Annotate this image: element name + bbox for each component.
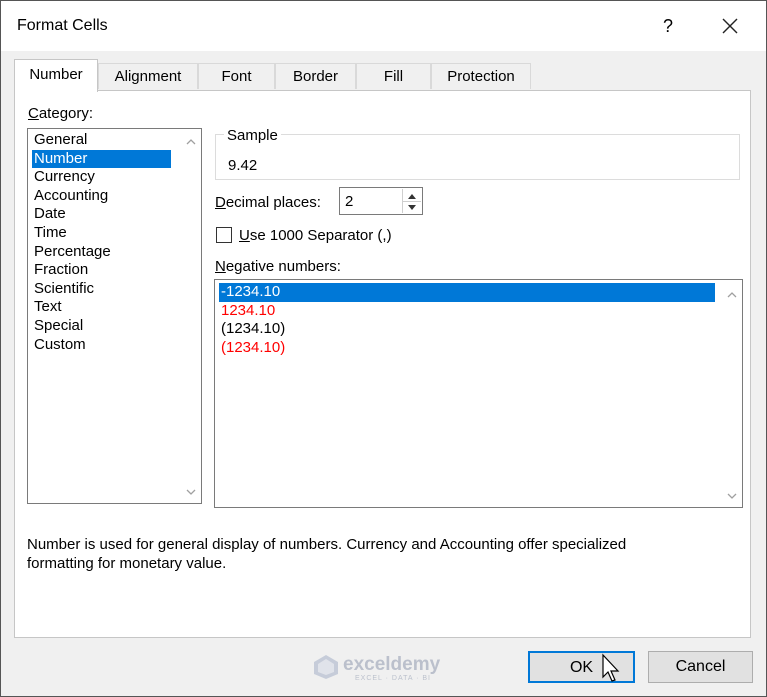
watermark-tagline: EXCEL · DATA · BI — [355, 675, 431, 682]
category-item-time[interactable]: Time — [32, 224, 67, 243]
negative-item[interactable]: 1234.10 — [219, 302, 275, 321]
window-title: Format Cells — [17, 17, 108, 34]
category-item-text[interactable]: Text — [32, 298, 62, 317]
stepper-buttons — [402, 189, 421, 213]
title-bar: Format Cells ? — [1, 1, 766, 51]
negative-numbers-listbox[interactable]: -1234.10 1234.10 (1234.10) (1234.10) — [214, 279, 743, 508]
category-item-date[interactable]: Date — [32, 205, 66, 224]
close-icon — [722, 18, 738, 34]
category-item-special[interactable]: Special — [32, 317, 83, 336]
close-button[interactable] — [715, 11, 745, 41]
help-button[interactable]: ? — [656, 13, 680, 39]
use-1000-separator-checkbox[interactable] — [216, 227, 232, 243]
tab-border[interactable]: Border — [275, 63, 356, 89]
exceldemy-logo-icon — [314, 655, 338, 679]
description-line-2: formatting for monetary value. — [27, 555, 227, 572]
negative-scroll-down-icon[interactable] — [725, 489, 739, 501]
tab-protection[interactable]: Protection — [431, 63, 531, 89]
category-item-percentage[interactable]: Percentage — [32, 243, 111, 262]
sample-label: Sample — [224, 127, 281, 144]
sample-group: Sample 9.42 — [215, 127, 740, 180]
category-item-custom[interactable]: Custom — [32, 336, 86, 355]
category-scroll-down-icon[interactable] — [184, 485, 198, 497]
decimal-places-value[interactable]: 2 — [345, 193, 353, 210]
watermark-name: exceldemy — [343, 654, 441, 675]
tab-number[interactable]: Number — [14, 59, 98, 92]
exceldemy-watermark: exceldemy EXCEL · DATA · BI — [313, 652, 473, 686]
category-scroll-up-icon[interactable] — [184, 135, 198, 147]
category-item-scientific[interactable]: Scientific — [32, 280, 94, 299]
decimal-places-stepper[interactable]: 2 — [339, 187, 423, 215]
category-label: Category: — [28, 105, 94, 122]
number-tab-panel: Category: General Number Currency Accoun… — [14, 90, 751, 638]
category-listbox[interactable]: General Number Currency Accounting Date … — [27, 128, 202, 504]
tab-alignment[interactable]: Alignment — [98, 63, 198, 89]
tab-fill[interactable]: Fill — [356, 63, 431, 89]
stepper-down-icon[interactable] — [403, 201, 421, 213]
cancel-button[interactable]: Cancel — [648, 651, 753, 683]
category-item-fraction[interactable]: Fraction — [32, 261, 88, 280]
category-item-accounting[interactable]: Accounting — [32, 187, 108, 206]
decimal-places-label: Decimal places: — [215, 194, 321, 211]
negative-item[interactable]: (1234.10) — [219, 339, 285, 358]
negative-numbers-label: Negative numbers: — [215, 258, 341, 275]
negative-item[interactable]: (1234.10) — [219, 320, 285, 339]
negative-scroll-up-icon[interactable] — [725, 288, 739, 300]
category-item-number[interactable]: Number — [32, 149, 171, 169]
mouse-cursor-icon — [601, 653, 621, 683]
use-1000-separator-label[interactable]: Use 1000 Separator (,) — [239, 227, 392, 244]
tab-font[interactable]: Font — [198, 63, 275, 89]
category-item-general[interactable]: General — [32, 131, 87, 150]
category-item-currency[interactable]: Currency — [32, 168, 95, 187]
format-cells-dialog: Format Cells ? Number Alignment Font Bor… — [0, 0, 767, 697]
negative-item[interactable]: -1234.10 — [219, 283, 715, 302]
sample-value: 9.42 — [228, 157, 258, 174]
description-line-1: Number is used for general display of nu… — [27, 536, 627, 553]
